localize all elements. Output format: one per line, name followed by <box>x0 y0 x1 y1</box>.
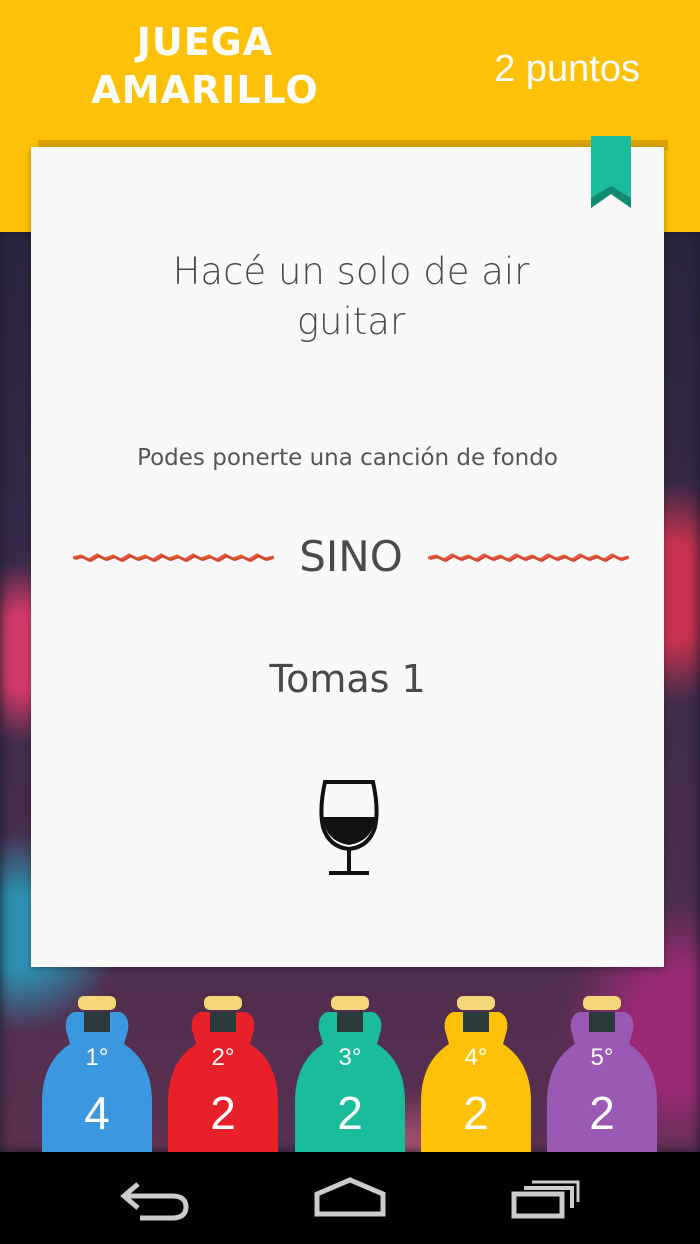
player-bottles: 1° 4 2° 2 3° 2 4° 2 5° 2 <box>0 992 700 1152</box>
player-rank: 5° <box>590 1044 614 1071</box>
system-navbar <box>0 1152 700 1244</box>
bookmark-icon[interactable] <box>591 136 631 208</box>
wine-glass-icon <box>319 780 379 875</box>
back-icon[interactable] <box>110 1174 200 1224</box>
scribble-right <box>427 553 630 562</box>
team-title: JUEGA AMARILLO <box>60 18 350 114</box>
title-line-2: AMARILLO <box>91 68 319 112</box>
player-bottle-1[interactable]: 1° 4 <box>42 992 152 1152</box>
home-icon[interactable] <box>305 1174 395 1224</box>
player-bottle-4[interactable]: 4° 2 <box>421 992 531 1152</box>
player-score: 2 <box>210 1087 236 1139</box>
player-score: 2 <box>589 1087 615 1139</box>
player-bottle-3[interactable]: 3° 2 <box>295 992 405 1152</box>
alternative-row: SINO <box>71 532 631 582</box>
challenge-text: Hacé un solo de air guitar <box>172 250 530 343</box>
player-rank: 1° <box>85 1044 109 1071</box>
challenge-card[interactable]: Hacé un solo de air guitar Podes ponerte… <box>31 147 664 967</box>
player-rank: 3° <box>338 1044 362 1071</box>
player-rank: 4° <box>464 1044 488 1071</box>
player-bottle-2[interactable]: 2° 2 <box>168 992 278 1152</box>
player-score: 2 <box>463 1087 489 1139</box>
player-score: 2 <box>337 1087 363 1139</box>
player-score: 4 <box>84 1087 110 1139</box>
recents-icon[interactable] <box>500 1174 590 1224</box>
player-rank: 2° <box>211 1044 235 1071</box>
title-line-1: JUEGA <box>136 20 274 64</box>
hint-text: Podes ponerte una canción de fondo <box>137 445 558 471</box>
points-label: 2 puntos <box>494 48 640 90</box>
player-bottle-5[interactable]: 5° 2 <box>547 992 657 1152</box>
penalty-text: Tomas 1 <box>269 657 426 701</box>
